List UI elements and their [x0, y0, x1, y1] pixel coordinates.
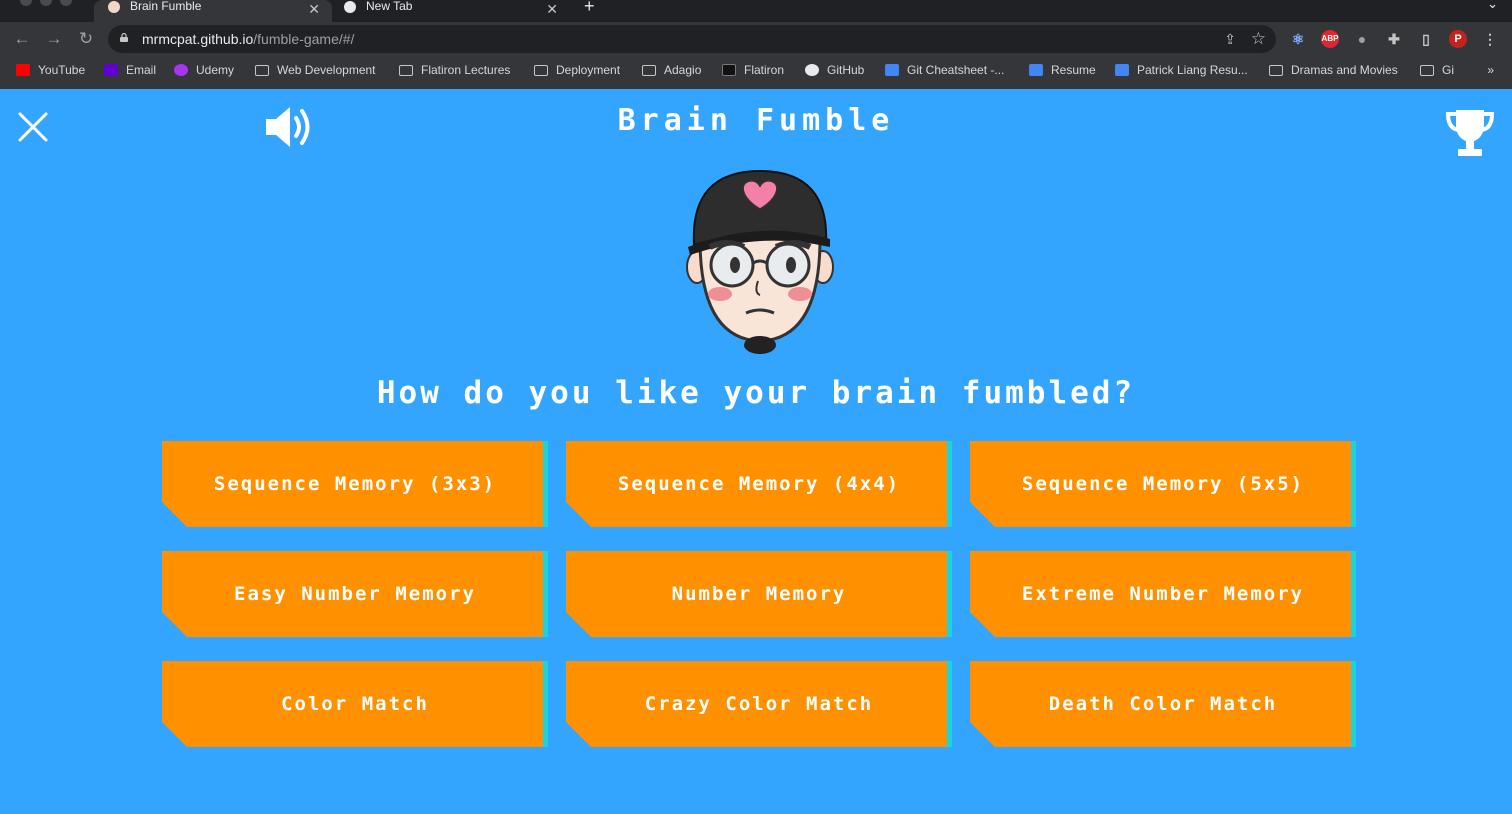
bookmark-star-icon[interactable]: ☆	[1251, 29, 1266, 49]
address-bar[interactable]: mrmcpat.github.io/fumble-game/#/ ⇪ ☆	[108, 25, 1276, 53]
profile-avatar[interactable]: P	[1449, 30, 1467, 48]
window-minimize-control[interactable]	[40, 0, 52, 6]
bookmark-youtube[interactable]: YouTube	[16, 63, 85, 77]
bookmark-label: YouTube	[38, 63, 86, 77]
bookmark-web-development[interactable]: Web Development	[255, 63, 376, 77]
bookmark-github[interactable]: GitHub	[805, 63, 864, 77]
tab-title: Brain Fumble	[130, 0, 202, 13]
mode-button-death-color-match[interactable]: Death Color Match	[970, 661, 1356, 747]
share-icon[interactable]: ⇪	[1224, 31, 1236, 48]
url-text[interactable]: mrmcpat.github.io/fumble-game/#/	[142, 31, 354, 47]
bookmark-label: Adagio	[664, 63, 702, 77]
forward-arrow-icon[interactable]: →	[44, 29, 64, 49]
bookmark-git-cheatsheet[interactable]: Git Cheatsheet -...	[885, 63, 1004, 77]
folder-icon	[1420, 64, 1434, 76]
trophy-icon[interactable]	[1444, 106, 1496, 160]
tab-brain-fumble[interactable]: Brain Fumble ✕	[94, 0, 332, 22]
page-title: Brain Fumble	[617, 103, 895, 138]
close-tab-icon[interactable]: ✕	[308, 1, 320, 18]
bookmark-flatiron[interactable]: Flatiron	[722, 63, 784, 77]
window-zoom-control[interactable]	[60, 0, 72, 6]
react-devtools-icon[interactable]: ⚛	[1289, 30, 1307, 48]
bookmark-udemy[interactable]: Udemy	[174, 63, 234, 77]
puzzle-extensions-icon[interactable]: ✚	[1385, 30, 1403, 48]
bookmark-label: Web Development	[277, 63, 376, 77]
doc-icon	[1029, 64, 1043, 76]
doc-icon	[1115, 64, 1129, 76]
url-path: /fumble-game/#/	[253, 31, 355, 47]
mode-button-crazy-color-match[interactable]: Crazy Color Match	[566, 661, 952, 747]
reload-icon[interactable]: ↻	[76, 29, 96, 49]
bookmark-label: Patrick Liang Resu...	[1137, 63, 1248, 77]
mode-button-number-memory[interactable]: Number Memory	[566, 551, 952, 637]
bookmark-label: GitHub	[827, 63, 865, 77]
mode-button-sequence-memory-5x5[interactable]: Sequence Memory (5x5)	[970, 441, 1356, 527]
bookmark-label: Resume	[1051, 63, 1096, 77]
chrome-favicon-icon	[344, 1, 356, 13]
bookmarks-bar: YouTube Email Udemy Web Development Flat…	[0, 60, 1512, 82]
back-arrow-icon[interactable]: ←	[12, 29, 32, 49]
bookmark-label: Udemy	[196, 63, 235, 77]
bookmark-label: Email	[126, 63, 157, 77]
bookmark-gi[interactable]: Gi	[1420, 63, 1454, 77]
extension-icon[interactable]: ●	[1353, 30, 1371, 48]
game-page: Brain Fumble How do you like your brain …	[0, 89, 1512, 814]
bookmark-deployment[interactable]: Deployment	[534, 63, 620, 77]
folder-icon	[642, 64, 656, 76]
close-tab-icon[interactable]: ✕	[546, 1, 558, 18]
side-panel-icon[interactable]: ▯	[1417, 30, 1435, 48]
bookmark-email[interactable]: Email	[104, 63, 156, 77]
folder-icon	[255, 64, 269, 76]
bookmark-label: Flatiron Lectures	[421, 63, 511, 77]
github-icon	[805, 64, 819, 76]
lock-icon	[120, 33, 128, 42]
bookmarks-overflow-icon[interactable]: »	[1487, 63, 1494, 77]
kebab-menu-icon[interactable]: ⋮	[1481, 30, 1499, 48]
bookmark-label: Gi	[1442, 63, 1454, 77]
bookmark-flatiron-lectures[interactable]: Flatiron Lectures	[399, 63, 510, 77]
new-tab-icon[interactable]: +	[584, 0, 595, 17]
window-close-control[interactable]	[20, 0, 32, 6]
game-mode-grid: Sequence Memory (3x3) Sequence Memory (4…	[162, 441, 1362, 751]
udemy-icon	[174, 64, 188, 76]
folder-icon	[1269, 64, 1283, 76]
bookmark-label: Flatiron	[744, 63, 785, 77]
email-icon	[104, 64, 118, 76]
bookmark-label: Deployment	[556, 63, 621, 77]
bookmark-resume[interactable]: Resume	[1029, 63, 1096, 77]
flatiron-icon	[722, 64, 736, 76]
adblock-plus-icon[interactable]: ABP	[1321, 30, 1339, 48]
mode-button-extreme-number-memory[interactable]: Extreme Number Memory	[970, 551, 1356, 637]
bookmark-label: Git Cheatsheet -...	[907, 63, 1005, 77]
mode-button-easy-number-memory[interactable]: Easy Number Memory	[162, 551, 548, 637]
folder-icon	[534, 64, 548, 76]
tab-search-chevron-icon[interactable]: ⌄	[1487, 0, 1498, 12]
doc-icon	[885, 64, 899, 76]
browser-chrome: Brain Fumble ✕ New Tab ✕ + ⌄ ← → ↻ mrmcp…	[0, 0, 1512, 89]
tab-new-tab[interactable]: New Tab ✕	[332, 0, 570, 22]
avatar-favicon-icon	[108, 1, 120, 13]
tab-title: New Tab	[366, 0, 413, 13]
mode-button-color-match[interactable]: Color Match	[162, 661, 548, 747]
url-host: mrmcpat.github.io	[142, 31, 254, 47]
avatar-illustration	[686, 169, 834, 354]
bookmark-dramas-and-movies[interactable]: Dramas and Movies	[1269, 63, 1398, 77]
bookmark-patrick-liang-resume[interactable]: Patrick Liang Resu...	[1115, 63, 1248, 77]
tab-strip: Brain Fumble ✕ New Tab ✕ + ⌄	[0, 0, 1512, 22]
youtube-icon	[16, 64, 30, 76]
mode-button-sequence-memory-3x3[interactable]: Sequence Memory (3x3)	[162, 441, 548, 527]
mode-button-sequence-memory-4x4[interactable]: Sequence Memory (4x4)	[566, 441, 952, 527]
bookmark-adagio[interactable]: Adagio	[642, 63, 701, 77]
question-heading: How do you like your brain fumbled?	[376, 375, 1136, 411]
folder-icon	[399, 64, 413, 76]
bookmark-label: Dramas and Movies	[1291, 63, 1398, 77]
